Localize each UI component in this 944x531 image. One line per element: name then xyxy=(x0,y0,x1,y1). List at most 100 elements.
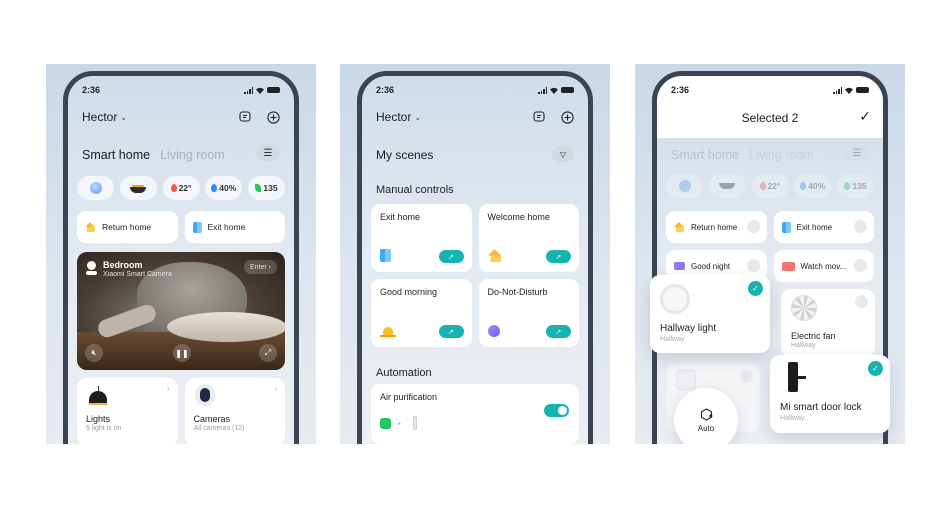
add-icon[interactable] xyxy=(560,110,574,124)
header: Hector ⌄ xyxy=(82,110,280,124)
video-icon xyxy=(781,261,795,271)
quick-scenes: Return home Exit home xyxy=(77,211,285,243)
run-button[interactable]: ➚ xyxy=(546,325,571,338)
chip-humidity[interactable]: 40% xyxy=(205,176,243,200)
door-icon xyxy=(781,221,791,233)
scene-exit-home[interactable]: Exit home xyxy=(184,211,285,243)
automation-toggle[interactable] xyxy=(544,404,569,417)
tab-smart-home[interactable]: Smart home xyxy=(82,148,150,162)
chip-cooking[interactable] xyxy=(119,176,157,200)
menu-icon[interactable]: ☰ xyxy=(256,145,280,161)
scene-exit-home[interactable]: Exit home xyxy=(773,211,874,243)
tile-cameras[interactable]: › Cameras All cameras (12) xyxy=(184,378,285,444)
manual-scene-good-morning[interactable]: Good morning ➚ xyxy=(371,279,472,347)
selectable-scenes-row-1: Return home Exit home xyxy=(666,211,874,243)
tab-bedroom[interactable]: Be xyxy=(235,148,245,162)
temperature-icon xyxy=(759,182,766,190)
device-hallway-light[interactable]: ✓ Hallway light Hallway xyxy=(650,275,770,353)
run-button[interactable]: ➚ xyxy=(438,325,464,338)
message-icon[interactable] xyxy=(532,110,546,124)
chevron-down-icon: ⌄ xyxy=(414,112,422,122)
ceiling-light-icon xyxy=(660,284,690,314)
enter-button[interactable]: Enter › xyxy=(243,260,277,274)
select-radio[interactable] xyxy=(746,220,760,233)
humidity-value: 40% xyxy=(219,183,237,193)
add-icon[interactable] xyxy=(266,110,280,124)
chip-temperature: 22° xyxy=(751,174,789,198)
bubble-icon xyxy=(678,180,691,192)
manual-scene-welcome-home[interactable]: Welcome home ➚ xyxy=(478,204,579,272)
auto-button[interactable]: Auto xyxy=(674,388,738,444)
message-icon[interactable] xyxy=(238,110,252,124)
panel-selection: 2:36 Selected 2 ✓ Smart home Living room… xyxy=(635,64,905,444)
tab-living-room[interactable]: Living room xyxy=(160,148,225,162)
run-button[interactable]: ➚ xyxy=(438,250,464,263)
scene-label: Return home xyxy=(102,222,152,232)
page-title: My scenes xyxy=(376,148,434,162)
tile-lights[interactable]: › Lights 5 light is on xyxy=(77,378,178,444)
room-tabs: Smart home Living room Be ☰ xyxy=(82,145,280,162)
bed-icon xyxy=(674,262,685,270)
outlet-icon xyxy=(676,370,696,390)
device-name: Electric fan xyxy=(791,331,836,341)
door-lock-icon xyxy=(788,362,806,392)
scene-return-home[interactable]: Return home xyxy=(77,211,178,243)
status-time: 2:36 xyxy=(671,85,690,95)
fullscreen-icon[interactable]: ⤢ xyxy=(259,344,277,362)
signal-icon xyxy=(244,86,253,94)
device-electric-fan[interactable]: Electric fan Hallway xyxy=(781,289,875,357)
chip-air-quality[interactable]: 135 xyxy=(248,176,285,200)
auto-label: Auto xyxy=(697,423,715,433)
scene-label: Good night xyxy=(691,261,731,271)
tile-sub: 5 light is on xyxy=(86,425,122,432)
scene-label: Welcome home xyxy=(487,212,550,222)
scene-watch-movie[interactable]: Watch mov... xyxy=(773,250,874,282)
pause-icon[interactable]: ❚❚ xyxy=(173,344,191,362)
manual-scene-exit-home[interactable]: Exit home ➚ xyxy=(371,204,472,272)
chevron-right-icon: › xyxy=(166,384,170,393)
chip-temperature[interactable]: 22° xyxy=(162,176,200,200)
confirm-check-icon[interactable]: ✓ xyxy=(859,108,871,125)
section-title-manual: Manual controls xyxy=(376,184,454,196)
arrow-right-icon: ▸ xyxy=(398,421,402,427)
signal-icon xyxy=(833,86,842,94)
scene-label: Exit home xyxy=(207,222,246,232)
manual-scene-do-not-disturb[interactable]: Do-Not-Disturb ➚ xyxy=(478,279,579,347)
device-name: Hallway light xyxy=(660,323,717,334)
camera-feed-card[interactable]: Bedroom Xiaomi Smart Camera Enter › 🔇︎ ❚… xyxy=(77,252,285,370)
scene-return-home[interactable]: Return home xyxy=(666,211,767,243)
device-mi-smart-door-lock[interactable]: ✓ Mi smart door lock Hallway xyxy=(770,355,890,433)
chip-cooking xyxy=(708,174,746,198)
signal-icon xyxy=(538,86,547,94)
selected-check-icon[interactable]: ✓ xyxy=(868,361,883,376)
filter-icon[interactable]: ▽ xyxy=(552,146,574,162)
select-radio[interactable] xyxy=(740,370,753,383)
tile-sub: All cameras (12) xyxy=(193,425,245,432)
header: Hector ⌄ xyxy=(376,110,574,124)
select-radio[interactable] xyxy=(855,295,868,308)
chip-assistant[interactable] xyxy=(77,176,114,200)
select-radio[interactable] xyxy=(746,259,760,272)
manual-row-2: Good morning ➚ Do-Not-Disturb ➚ xyxy=(371,279,579,347)
humidity-value: 40% xyxy=(808,181,826,191)
automation-air-purification[interactable]: Air purification ▸ xyxy=(371,384,579,444)
select-radio[interactable] xyxy=(854,220,867,233)
device-room: Hallway xyxy=(780,415,805,422)
selected-check-icon[interactable]: ✓ xyxy=(748,281,763,296)
home-selector[interactable]: Hector ⌄ xyxy=(376,110,421,124)
door-icon xyxy=(380,249,391,262)
camera-room: Bedroom xyxy=(103,260,143,270)
select-radio[interactable] xyxy=(854,259,867,272)
run-button[interactable]: ➚ xyxy=(546,250,571,263)
status-time: 2:36 xyxy=(376,85,395,95)
home-selector[interactable]: Hector ⌄ xyxy=(82,110,127,124)
air-quality-value: 135 xyxy=(263,183,278,193)
panel-smart-home: 2:36 Hector ⌄ Smart home Living room B ☰… xyxy=(46,64,316,444)
leaf-icon xyxy=(255,184,262,192)
environment-chips: 22° 40% 135 xyxy=(77,176,285,200)
tile-name: Cameras xyxy=(193,414,231,424)
sunrise-icon xyxy=(380,325,396,337)
mute-icon[interactable]: 🔇︎ xyxy=(85,344,103,362)
chevron-right-icon: › xyxy=(274,384,277,393)
device-tiles: › Lights 5 light is on › Cameras All cam… xyxy=(77,378,285,444)
